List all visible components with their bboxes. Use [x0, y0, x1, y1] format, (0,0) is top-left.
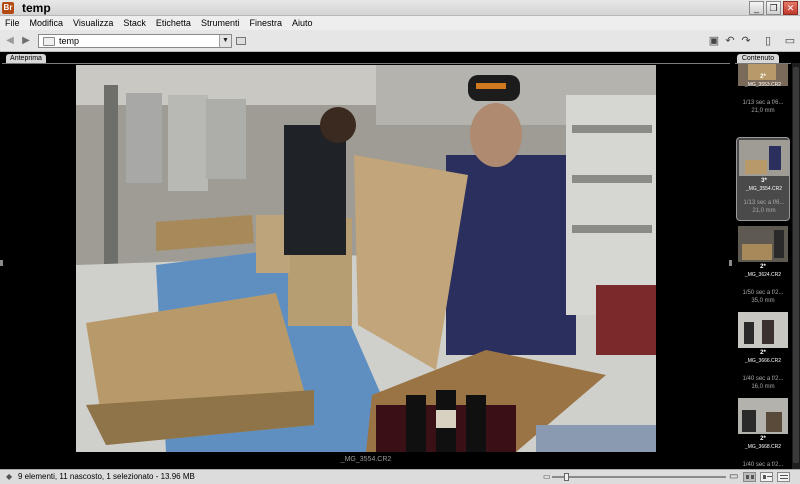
- menu-etichetta[interactable]: Etichetta: [151, 16, 196, 30]
- bridge-app-icon: Br: [2, 1, 14, 14]
- thumbnail-exposure: 1/50 sec a f/2...: [742, 290, 784, 296]
- thumbnail-focal: 21,0 mm: [751, 108, 775, 114]
- left-splitter-grip[interactable]: [0, 260, 3, 266]
- thumbnail-exposure: 1/13 sec a f/6...: [743, 200, 785, 206]
- back-arrow-icon[interactable]: ◀: [4, 35, 16, 47]
- tab-anteprima[interactable]: Anteprima: [6, 54, 46, 63]
- thumbnail-focal: 16,0 mm: [751, 384, 775, 390]
- menu-aiuto[interactable]: Aiuto: [287, 16, 318, 30]
- thumbnail-rating: 2*: [760, 350, 766, 356]
- thumbnail-item[interactable]: 2* _MG_3666.CR2 1/40 sec a f/2... 16,0 m…: [736, 310, 790, 394]
- preview-panel: _MG_3554.CR2: [0, 63, 732, 469]
- list-icon: [780, 475, 788, 476]
- thumbnail-exposure: 1/40 sec a f/2...: [742, 462, 784, 468]
- preview-image: [76, 65, 656, 452]
- grid-icon: [751, 475, 754, 479]
- window-title: temp: [22, 0, 51, 15]
- content-panel: 2* _MG_3553.CR2 1/13 sec a f/6... 21,0 m…: [735, 63, 791, 469]
- content-scrollbar[interactable]: [792, 63, 800, 469]
- forward-arrow-icon[interactable]: ▶: [20, 35, 32, 47]
- slider-thumb[interactable]: [564, 473, 569, 481]
- preview-filename: _MG_3554.CR2: [340, 456, 392, 463]
- menu-visualizza[interactable]: Visualizza: [68, 16, 118, 30]
- tab-contenuto[interactable]: Contenuto: [737, 54, 779, 63]
- minimize-button[interactable]: _: [749, 1, 764, 15]
- details-icon: [763, 475, 766, 479]
- thumbnail-item[interactable]: 2* _MG_3668.CR2 1/40 sec a f/2...: [736, 396, 790, 469]
- thumbnail-image: [738, 312, 788, 348]
- view-list-button[interactable]: [777, 472, 790, 482]
- grid-icon: [746, 475, 749, 479]
- path-bar: ◀ ▶ temp ▼ ▣ ↶ ↷ ▯ ▭: [0, 30, 800, 52]
- folder-icon: [43, 36, 55, 46]
- scrollbar-thumb[interactable]: [793, 67, 799, 463]
- thumbnail-filename: _MG_3624.CR2: [744, 272, 782, 278]
- view-details-button[interactable]: [760, 472, 773, 482]
- thumbnail-filename: _MG_3666.CR2: [744, 358, 782, 364]
- close-button[interactable]: ✕: [783, 1, 798, 15]
- status-text: 9 elementi, 11 nascosto, 1 selezionato -…: [18, 472, 195, 481]
- menu-strumenti[interactable]: Strumenti: [196, 16, 245, 30]
- thumbnail-image: [738, 226, 788, 262]
- compact-mode-icon[interactable]: ▭: [784, 35, 796, 47]
- rotate-left-icon[interactable]: ↶: [724, 35, 736, 47]
- thumbnail-rating: 3*: [761, 178, 767, 184]
- thumbnail-filename: _MG_3668.CR2: [744, 444, 782, 450]
- path-text: temp: [59, 36, 80, 46]
- right-splitter-grip[interactable]: [729, 260, 732, 266]
- thumbnail-image: [739, 140, 789, 176]
- thumbnail-item[interactable]: 2* _MG_3624.CR2 1/50 sec a f/2... 35,0 m…: [736, 224, 790, 308]
- new-folder-icon[interactable]: ▣: [708, 35, 720, 47]
- thumbnail-rating: 2*: [760, 74, 766, 80]
- view-thumbnails-button[interactable]: [743, 472, 756, 482]
- path-dropdown[interactable]: temp ▼: [38, 34, 232, 48]
- menu-finestra[interactable]: Finestra: [244, 16, 287, 30]
- thumbnail-rating: 2*: [760, 264, 766, 270]
- bridge-window: Br temp _ ❐ ✕ File Modifica Visualizza S…: [0, 0, 800, 484]
- chevron-down-icon[interactable]: ▼: [219, 35, 231, 47]
- status-bar: ◆ 9 elementi, 11 nascosto, 1 selezionato…: [0, 469, 800, 484]
- thumbnail-filename: _MG_3553.CR2: [744, 82, 782, 88]
- thumbnail-image: [738, 398, 788, 434]
- menu-file[interactable]: File: [0, 16, 25, 30]
- menu-bar: File Modifica Visualizza Stack Etichetta…: [0, 16, 800, 30]
- thumbnail-focal: 21,0 mm: [752, 208, 776, 214]
- status-icon: ◆: [6, 472, 13, 481]
- thumbnail-size-slider[interactable]: [552, 473, 726, 481]
- thumbnail-item-selected[interactable]: 3* _MG_3554.CR2 1/13 sec a f/6... 21,0 m…: [736, 137, 790, 221]
- menu-stack[interactable]: Stack: [118, 16, 151, 30]
- details-icon: [767, 476, 772, 477]
- menu-modifica[interactable]: Modifica: [25, 16, 69, 30]
- thumbnail-focal: 35,0 mm: [751, 298, 775, 304]
- maximize-button[interactable]: ❐: [766, 1, 781, 15]
- thumbnail-item[interactable]: 2* _MG_3553.CR2 1/13 sec a f/6... 21,0 m…: [736, 64, 790, 134]
- window-controls: _ ❐ ✕: [749, 1, 798, 15]
- reveal-icon[interactable]: [236, 37, 246, 45]
- zoom-in-icon[interactable]: ▭: [729, 471, 738, 482]
- thumbnail-filename: _MG_3554.CR2: [745, 186, 783, 192]
- title-bar: Br temp _ ❐ ✕: [0, 0, 800, 16]
- thumbnail-exposure: 1/13 sec a f/6...: [742, 100, 784, 106]
- thumbnail-exposure: 1/40 sec a f/2...: [742, 376, 784, 382]
- zoom-out-icon[interactable]: ▭: [543, 472, 551, 481]
- list-icon: [780, 478, 788, 479]
- delete-icon[interactable]: ▯: [762, 35, 774, 47]
- thumbnail-rating: 2*: [760, 436, 766, 442]
- rotate-right-icon[interactable]: ↷: [740, 35, 752, 47]
